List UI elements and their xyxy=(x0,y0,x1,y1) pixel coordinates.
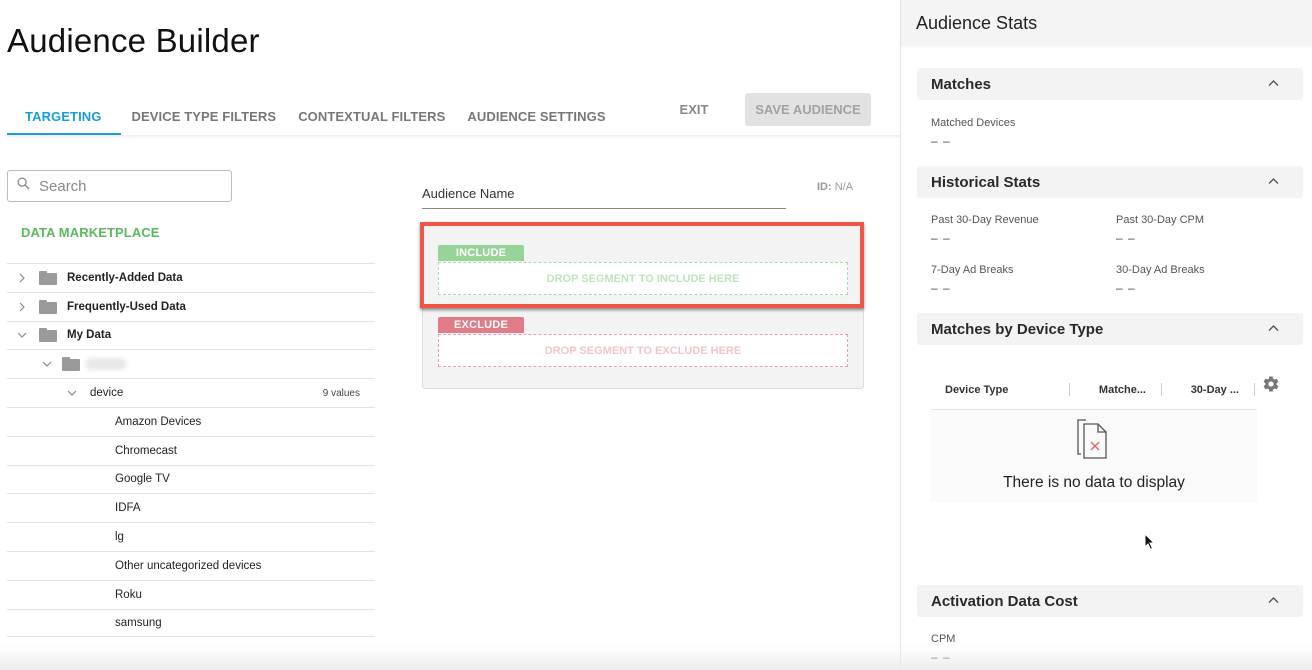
ad-breaks-30-label: 30-Day Ad Breaks xyxy=(1116,264,1205,276)
section-activation-header[interactable]: Activation Data Cost xyxy=(917,585,1303,617)
folder-icon xyxy=(39,299,57,314)
tree-folder-label: My Data xyxy=(67,329,112,342)
include-highlight-box xyxy=(420,222,864,308)
empty-state: There is no data to display xyxy=(931,410,1257,502)
tree-value[interactable]: lg xyxy=(7,522,375,551)
tree-folder-frequently-used[interactable]: Frequently-Used Data xyxy=(7,291,375,321)
chevron-down-icon[interactable] xyxy=(42,359,52,369)
redacted-folder-name xyxy=(86,358,126,371)
page-title: Audience Builder xyxy=(7,22,260,59)
folder-icon xyxy=(39,328,57,343)
audience-name-input[interactable]: Audience Name xyxy=(422,186,515,201)
ad-breaks-30-value: – – xyxy=(1116,281,1136,295)
activation-cpm-value: – – xyxy=(931,650,951,664)
section-title: Activation Data Cost xyxy=(931,592,1078,610)
gear-icon[interactable] xyxy=(1262,375,1280,393)
tree-value[interactable]: Roku xyxy=(7,579,375,609)
revenue-value: – – xyxy=(931,231,951,245)
device-type-grid-header: Device Type Matche... 30-Day ... xyxy=(931,370,1257,410)
tree-value[interactable]: Chromecast xyxy=(7,435,375,465)
chevron-right-icon[interactable] xyxy=(17,302,27,312)
tab-audience-settings[interactable]: AUDIENCE SETTINGS xyxy=(456,96,616,136)
audience-stats-panel: Audience Stats Matches Matched Devices –… xyxy=(900,0,1312,670)
section-historical-header[interactable]: Historical Stats xyxy=(917,166,1303,198)
section-device-type-header[interactable]: Matches by Device Type xyxy=(917,313,1303,345)
tree-folder-recently-added[interactable]: Recently-Added Data xyxy=(7,263,375,292)
data-tree: Recently-Added Data Frequently-Used Data… xyxy=(7,263,375,638)
tab-bar: TARGETING DEVICE TYPE FILTERS CONTEXTUAL… xyxy=(7,96,617,136)
column-matches[interactable]: Matche... xyxy=(1070,370,1162,409)
column-30-day[interactable]: 30-Day ... xyxy=(1162,370,1255,409)
stats-title: Audience Stats xyxy=(901,0,1312,46)
matched-devices-value: – – xyxy=(931,134,951,148)
cpm-value: – – xyxy=(1116,231,1136,245)
ad-breaks-7-label: 7-Day Ad Breaks xyxy=(931,264,1014,276)
search-field[interactable] xyxy=(7,170,232,202)
ad-breaks-7-value: – – xyxy=(931,281,951,295)
tree-value[interactable]: IDFA xyxy=(7,493,375,522)
cpm-label: Past 30-Day CPM xyxy=(1116,214,1205,226)
save-audience-button[interactable]: SAVE AUDIENCE xyxy=(745,93,871,126)
data-marketplace-link[interactable]: DATA MARKETPLACE xyxy=(21,225,160,240)
folder-icon xyxy=(62,357,80,372)
tab-device-type-filters[interactable]: DEVICE TYPE FILTERS xyxy=(121,96,288,136)
exclude-tag: EXCLUDE xyxy=(438,317,524,333)
tree-value[interactable]: samsung xyxy=(7,608,375,638)
tree-value[interactable]: Other uncategorized devices xyxy=(7,550,375,580)
section-title: Historical Stats xyxy=(931,173,1041,191)
audience-builder-page: Audience Builder TARGETING DEVICE TYPE F… xyxy=(0,0,1312,670)
tree-folder-label: Frequently-Used Data xyxy=(67,300,186,313)
tree-category-label: device xyxy=(90,387,124,400)
audience-name-underline xyxy=(422,208,786,209)
empty-state-text: There is no data to display xyxy=(1003,474,1185,491)
tabs-divider xyxy=(7,135,901,138)
tree-folder-label: Recently-Added Data xyxy=(67,271,183,284)
matched-devices-label: Matched Devices xyxy=(931,117,1016,129)
tree-value[interactable]: Amazon Devices xyxy=(7,406,375,436)
tab-contextual-filters[interactable]: CONTEXTUAL FILTERS xyxy=(287,96,456,136)
column-device-type[interactable]: Device Type xyxy=(931,370,1070,409)
tree-category-device[interactable]: device 9 values xyxy=(7,378,375,407)
audience-id-value: N/A xyxy=(834,181,854,193)
tree-folder-redacted[interactable] xyxy=(7,349,375,378)
section-matches-header[interactable]: Matches xyxy=(917,68,1303,100)
audience-id: ID: N/A xyxy=(817,181,853,193)
value-count: 9 values xyxy=(322,387,360,399)
chevron-down-icon[interactable] xyxy=(67,388,77,398)
chevron-down-icon[interactable] xyxy=(17,330,27,340)
chevron-up-icon[interactable] xyxy=(1268,595,1279,606)
chevron-up-icon[interactable] xyxy=(1268,323,1279,334)
tree-value[interactable]: Google TV xyxy=(7,464,375,494)
audience-id-label: ID: xyxy=(817,181,832,193)
main-panel: Audience Builder TARGETING DEVICE TYPE F… xyxy=(0,0,901,670)
section-title: Matches by Device Type xyxy=(931,320,1104,338)
no-data-file-icon xyxy=(1077,419,1107,459)
exclude-drop-zone[interactable]: DROP SEGMENT TO EXCLUDE HERE xyxy=(438,334,848,367)
search-icon xyxy=(17,177,30,195)
mouse-cursor-icon xyxy=(1144,533,1156,551)
chevron-right-icon[interactable] xyxy=(17,273,27,283)
tree-folder-my-data[interactable]: My Data xyxy=(7,320,375,350)
revenue-label: Past 30-Day Revenue xyxy=(931,214,1039,226)
chevron-up-icon[interactable] xyxy=(1268,176,1279,187)
chevron-up-icon[interactable] xyxy=(1268,78,1279,89)
exit-button[interactable]: EXIT xyxy=(666,96,722,122)
section-title: Matches xyxy=(931,75,992,93)
activation-cpm-label: CPM xyxy=(931,633,956,645)
search-input[interactable] xyxy=(39,177,219,195)
folder-icon xyxy=(39,270,57,285)
tab-targeting[interactable]: TARGETING xyxy=(7,96,121,136)
